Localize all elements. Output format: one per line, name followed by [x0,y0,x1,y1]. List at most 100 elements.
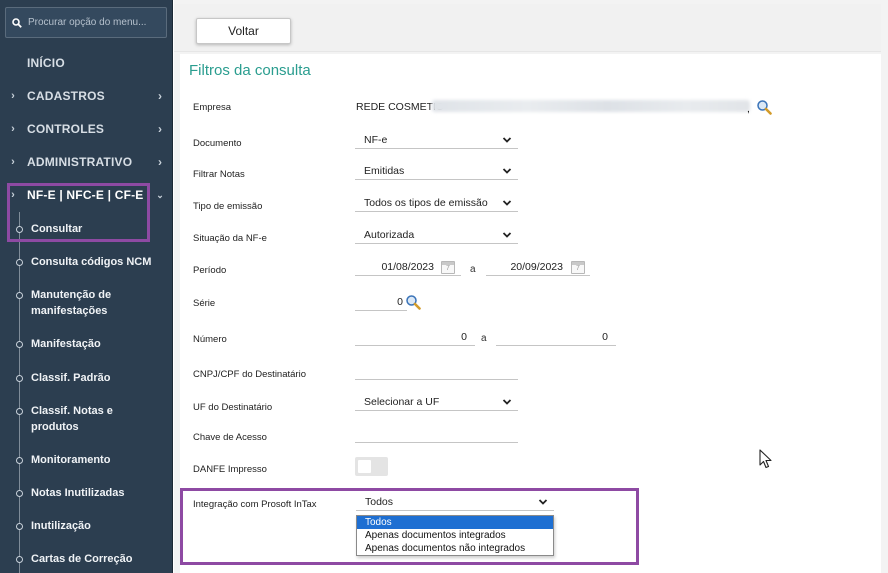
chevron-down-icon [502,232,512,238]
search-icon [6,17,28,28]
empresa-label: Empresa [193,102,232,113]
tipo-emissao-value: Todos os tipos de emissão [364,197,488,209]
tree-node-icon [16,408,23,415]
situacao-label: Situação da NF-e [193,233,267,244]
sidebar-item-nfe[interactable]: › NF-E | NFC-E | CF-E ⌄ [0,184,173,206]
filtrar-notas-select[interactable]: Emitidas [355,163,518,180]
menu-search-input[interactable] [28,17,163,28]
tree-node-icon [16,226,23,233]
sidebar-item-label: CADASTROS [27,89,105,103]
calendar-day: 7 [446,265,450,272]
sidebar-item-label: INÍCIO [27,56,65,70]
submenu-item-classif-notas[interactable]: Classif. Notas e produtos [0,403,150,435]
search-icon[interactable] [405,294,421,315]
chevron-right-icon: › [158,122,162,136]
numero-separator: a [481,333,487,344]
dropdown-option-integrados[interactable]: Apenas documentos integrados [357,529,553,542]
mouse-cursor-icon [759,449,772,469]
tipo-emissao-select[interactable]: Todos os tipos de emissão [355,195,518,212]
chevron-right-icon: › [11,123,15,135]
submenu-item-manutencao[interactable]: Manutenção de manifestações [0,287,150,319]
periodo-separator: a [470,264,476,275]
numero-end-value: 0 [602,331,608,343]
chevron-right-icon: › [11,156,15,168]
tree-node-icon [16,556,23,563]
numero-end-input[interactable]: 0 [496,329,616,346]
submenu-item-manifestacao[interactable]: Manifestação [0,336,173,352]
uf-value: Selecionar a UF [364,396,440,408]
documento-value: NF-e [364,134,388,146]
serie-label: Série [193,298,216,309]
uf-select[interactable]: Selecionar a UF [355,394,518,411]
danfe-label: DANFE Impresso [193,464,267,475]
intax-select[interactable]: Todos [356,494,554,511]
calendar-icon[interactable]: 7 [571,261,585,274]
chave-acesso-input[interactable] [355,426,518,443]
submenu-item-cartas-correcao[interactable]: Cartas de Correção [0,551,173,567]
empresa-redacted-text [432,100,750,112]
serie-input[interactable]: 0 [355,294,407,311]
tree-node-icon [16,341,23,348]
sidebar-item-inicio[interactable]: INÍCIO [0,52,173,74]
tree-node-icon [16,490,23,497]
cnpj-label: CNPJ/CPF do Destinatário [193,369,306,380]
tipo-emissao-label: Tipo de emissão [193,201,263,212]
sidebar-item-label: CONTROLES [27,122,105,136]
chevron-down-icon [502,168,512,174]
tree-node-icon [16,292,23,299]
chevron-right-icon: › [11,189,15,201]
dropdown-option-todos[interactable]: Todos [357,516,553,529]
filtrar-notas-value: Emitidas [364,165,405,177]
calendar-icon[interactable]: 7 [441,261,455,274]
page-title: Filtros da consulta [189,62,311,79]
submenu-item-label: Inutilização [31,520,91,532]
tree-node-icon [16,457,23,464]
search-icon[interactable] [756,99,772,120]
chevron-right-icon: › [11,90,15,102]
numero-start-value: 0 [461,331,467,343]
toggle-knob [358,460,371,473]
chevron-right-icon: › [158,89,162,103]
sidebar: INÍCIO › CADASTROS › › CONTROLES › › ADM… [0,0,173,573]
uf-label: UF do Destinatário [193,402,273,413]
dropdown-option-nao-integrados[interactable]: Apenas documentos não integrados [357,542,553,555]
tree-node-icon [16,259,23,266]
chevron-down-icon [502,200,512,206]
intax-dropdown-list: Todos Apenas documentos integrados Apena… [356,515,554,556]
tree-node-icon [16,375,23,382]
submenu-item-consultar[interactable]: Consultar [0,221,173,237]
sidebar-item-cadastros[interactable]: › CADASTROS › [0,85,173,107]
sidebar-item-administrativo[interactable]: › ADMINISTRATIVO › [0,151,173,173]
sidebar-item-label: ADMINISTRATIVO [27,155,133,169]
documento-label: Documento [193,138,242,149]
chevron-down-icon [502,399,512,405]
submenu-item-classif-padrao[interactable]: Classif. Padrão [0,370,173,386]
intax-label: Integração com Prosoft InTax [193,499,317,510]
menu-search-box[interactable] [5,7,167,38]
periodo-end-value: 20/09/2023 [510,261,563,273]
serie-value: 0 [397,296,403,308]
submenu-item-label: Consultar [31,223,83,235]
situacao-select[interactable]: Autorizada [355,227,518,244]
documento-select[interactable]: NF-e [355,132,518,149]
sidebar-item-controles[interactable]: › CONTROLES › [0,118,173,140]
submenu-item-monitoramento[interactable]: Monitoramento [0,452,173,468]
calendar-day: 7 [576,265,580,272]
submenu-item-consulta-ncm[interactable]: Consulta códigos NCM [0,254,173,270]
periodo-label: Período [193,265,227,276]
numero-label: Número [193,334,227,345]
submenu-item-notas-inutilizadas[interactable]: Notas Inutilizadas [0,485,173,501]
chave-acesso-label: Chave de Acesso [193,432,267,443]
cnpj-input[interactable] [355,363,518,380]
situacao-value: Autorizada [364,229,415,241]
submenu-item-inutilizacao[interactable]: Inutilização [0,518,173,534]
chevron-right-icon: › [158,155,162,169]
chevron-down-icon [538,499,548,505]
tree-node-icon [16,523,23,530]
back-button[interactable]: Voltar [196,18,291,44]
numero-start-input[interactable]: 0 [355,329,475,346]
periodo-start-value: 01/08/2023 [381,261,434,273]
danfe-toggle[interactable] [355,457,388,476]
empresa-comma: , [747,104,750,115]
chevron-down-icon: ⌄ [156,189,164,200]
